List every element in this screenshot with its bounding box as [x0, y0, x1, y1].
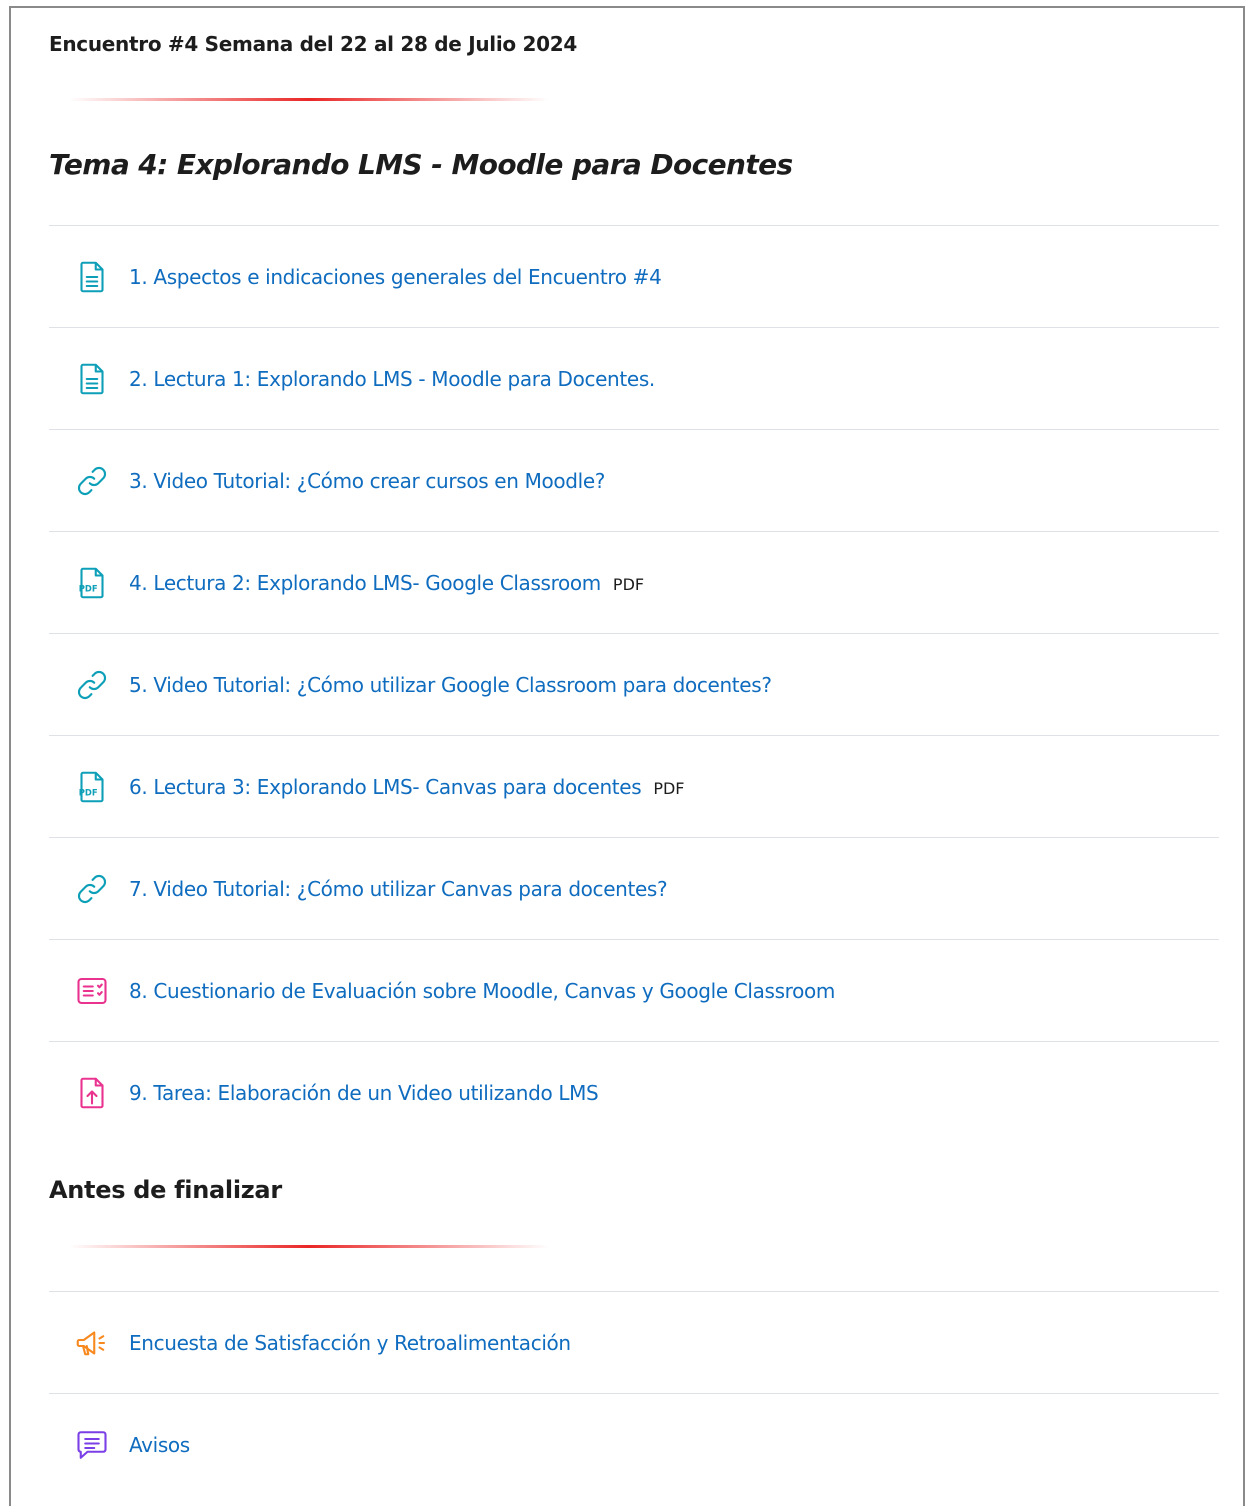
file-type-tag: PDF: [653, 778, 685, 798]
activity-label: 6. Lectura 3: Explorando LMS- Canvas par…: [129, 774, 642, 799]
activity-item: 8. Cuestionario de Evaluación sobre Mood…: [49, 939, 1219, 1041]
file-type-tag: PDF: [612, 574, 645, 594]
activity-item: PDF 4. Lectura 2: Explorando LMS- Google…: [49, 531, 1219, 633]
red-divider: [69, 1245, 549, 1248]
activity-link[interactable]: 5. Video Tutorial: ¿Cómo utilizar Google…: [129, 673, 772, 697]
activity-item: 2. Lectura 1: Explorando LMS - Moodle pa…: [49, 327, 1219, 429]
activity-item: 9. Tarea: Elaboración de un Video utiliz…: [49, 1041, 1219, 1143]
page-icon: [73, 360, 111, 398]
activity-item: Encuesta de Satisfacción y Retroalimenta…: [49, 1291, 1219, 1393]
activity-link[interactable]: 3. Video Tutorial: ¿Cómo crear cursos en…: [129, 469, 605, 493]
forum-message-icon: [73, 1426, 111, 1464]
activity-label: 4. Lectura 2: Explorando LMS- Google Cla…: [129, 570, 601, 595]
activity-item: 5. Video Tutorial: ¿Cómo utilizar Google…: [49, 633, 1219, 735]
activity-link[interactable]: 8. Cuestionario de Evaluación sobre Mood…: [129, 979, 835, 1003]
url-link-icon: [73, 666, 111, 704]
activity-link[interactable]: 6. Lectura 3: Explorando LMS- Canvas par…: [129, 775, 684, 799]
activity-item: PDF 6. Lectura 3: Explorando LMS- Canvas…: [49, 735, 1219, 837]
activity-item: 7. Video Tutorial: ¿Cómo utilizar Canvas…: [49, 837, 1219, 939]
topic-title: Tema 4: Explorando LMS - Moodle para Doc…: [49, 148, 793, 181]
svg-text:PDF: PDF: [79, 583, 98, 593]
page-icon: [73, 258, 111, 296]
activity-item: 1. Aspectos e indicaciones generales del…: [49, 225, 1219, 327]
activity-item: Avisos: [49, 1393, 1219, 1495]
red-divider: [69, 98, 549, 101]
activity-link[interactable]: 9. Tarea: Elaboración de un Video utiliz…: [129, 1081, 599, 1105]
pdf-file-icon: PDF: [73, 564, 111, 602]
activity-link[interactable]: 4. Lectura 2: Explorando LMS- Google Cla…: [129, 571, 644, 595]
activity-link[interactable]: 7. Video Tutorial: ¿Cómo utilizar Canvas…: [129, 877, 668, 901]
pdf-file-icon: PDF: [73, 768, 111, 806]
closing-activity-list: Encuesta de Satisfacción y Retroalimenta…: [49, 1291, 1219, 1495]
feedback-megaphone-icon: [73, 1324, 111, 1362]
url-link-icon: [73, 462, 111, 500]
svg-text:PDF: PDF: [79, 787, 98, 797]
activity-list: 1. Aspectos e indicaciones generales del…: [49, 225, 1219, 1143]
quiz-icon: [73, 972, 111, 1010]
activity-item: 3. Video Tutorial: ¿Cómo crear cursos en…: [49, 429, 1219, 531]
activity-link[interactable]: Avisos: [129, 1433, 190, 1457]
section-week-title: Encuentro #4 Semana del 22 al 28 de Juli…: [49, 32, 577, 56]
activity-link[interactable]: 1. Aspectos e indicaciones generales del…: [129, 265, 662, 289]
activity-link[interactable]: 2. Lectura 1: Explorando LMS - Moodle pa…: [129, 367, 655, 391]
closing-section-title: Antes de finalizar: [49, 1176, 282, 1204]
assignment-upload-icon: [73, 1074, 111, 1112]
activity-link[interactable]: Encuesta de Satisfacción y Retroalimenta…: [129, 1331, 571, 1355]
url-link-icon: [73, 870, 111, 908]
